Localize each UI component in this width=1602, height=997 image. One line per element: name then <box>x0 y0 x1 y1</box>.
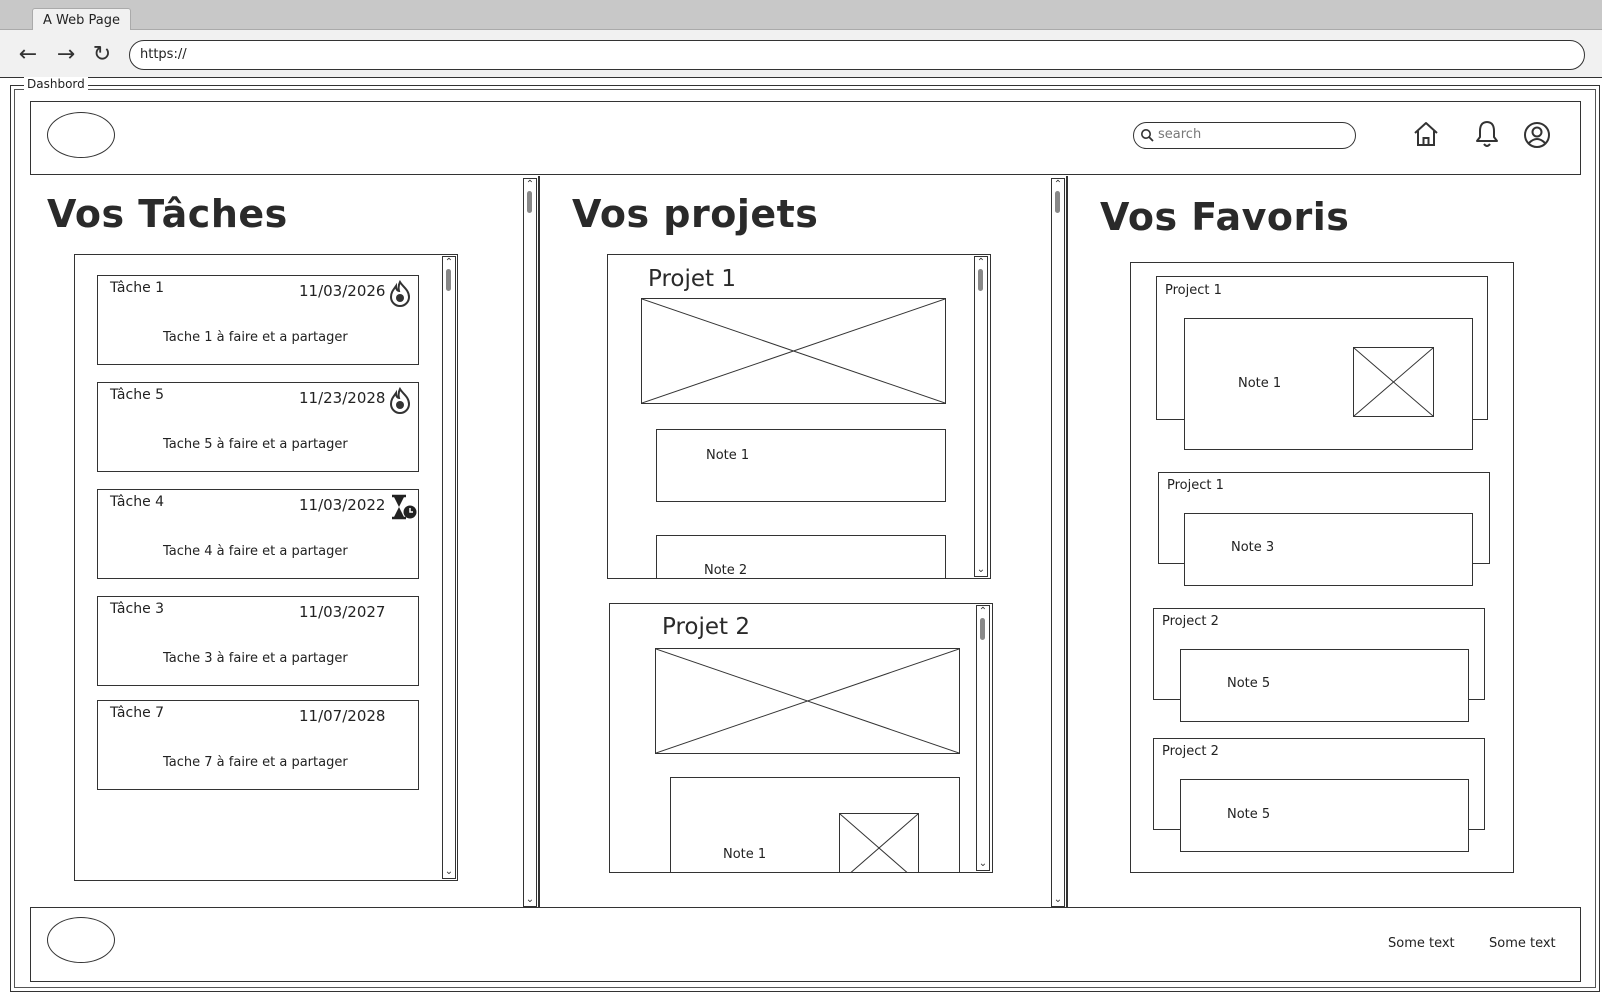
forward-arrow-icon[interactable]: → <box>52 42 80 68</box>
flame-icon <box>389 387 411 414</box>
note-label: Note 1 <box>723 847 767 862</box>
project-panel[interactable]: Note 1 <box>609 603 993 873</box>
search-icon <box>1141 129 1154 142</box>
task-title: Tâche 5 <box>110 387 165 403</box>
bell-icon[interactable] <box>1474 119 1500 149</box>
favorite-note-card[interactable] <box>1180 779 1469 852</box>
browser-tab[interactable]: A Web Page <box>32 8 131 31</box>
task-date: 11/07/2028 <box>299 707 386 725</box>
footer-link[interactable]: Some text <box>1388 936 1455 951</box>
note-label: Note 1 <box>1238 376 1282 391</box>
image-placeholder <box>641 298 946 404</box>
column-scrollbar[interactable]: ⌃ ⌄ <box>523 178 537 907</box>
project-scrollbar[interactable]: ⌃ ⌄ <box>976 605 990 871</box>
project-title: Projet 1 <box>648 266 736 292</box>
tasks-scrollbar[interactable]: ⌃ ⌄ <box>442 256 456 879</box>
task-title: Tâche 4 <box>110 494 165 510</box>
task-date: 11/03/2026 <box>299 282 386 300</box>
scroll-up-arrow-icon[interactable]: ⌃ <box>1052 180 1064 190</box>
user-profile-icon[interactable] <box>1523 121 1551 149</box>
favorite-note-card[interactable] <box>1184 513 1473 586</box>
hourglass-clock-icon <box>392 494 417 520</box>
scroll-thumb[interactable] <box>1055 191 1060 213</box>
favorite-project-title: Project 1 <box>1167 478 1224 493</box>
scroll-down-arrow-icon[interactable]: ⌄ <box>975 565 987 575</box>
task-title: Tâche 3 <box>110 601 165 617</box>
note-label: Note 2 <box>704 563 748 578</box>
scroll-thumb[interactable] <box>527 191 532 213</box>
image-placeholder <box>655 648 960 754</box>
scroll-up-arrow-icon[interactable]: ⌃ <box>977 607 989 617</box>
note-label: Note 1 <box>706 448 750 463</box>
search-input[interactable]: search <box>1133 122 1356 149</box>
scroll-up-arrow-icon[interactable]: ⌃ <box>443 258 455 268</box>
task-date: 11/23/2028 <box>299 389 386 407</box>
task-date: 11/03/2027 <box>299 603 386 621</box>
scroll-thumb[interactable] <box>980 618 985 640</box>
scroll-thumb[interactable] <box>446 269 451 291</box>
reload-icon[interactable]: ↻ <box>88 42 116 68</box>
column-scrollbar[interactable]: ⌃ ⌄ <box>1051 178 1065 907</box>
footer-link[interactable]: Some text <box>1489 936 1556 951</box>
browser-titlebar <box>0 0 1602 30</box>
project-title: Projet 2 <box>662 614 750 640</box>
task-date: 11/03/2022 <box>299 496 386 514</box>
window-label: Dashbord <box>24 77 88 91</box>
favorite-note-card[interactable] <box>1180 649 1469 722</box>
address-bar[interactable]: https:// <box>129 40 1585 70</box>
scroll-down-arrow-icon[interactable]: ⌄ <box>977 859 989 869</box>
scroll-down-arrow-icon[interactable]: ⌄ <box>1052 895 1064 905</box>
logo[interactable] <box>47 112 115 158</box>
image-placeholder <box>1353 347 1434 417</box>
flame-icon <box>389 280 411 307</box>
favorite-project-title: Project 1 <box>1165 283 1222 298</box>
scroll-up-arrow-icon[interactable]: ⌃ <box>975 258 987 268</box>
scroll-thumb[interactable] <box>978 269 983 291</box>
task-description: Tache 4 à faire et a partager <box>163 544 348 559</box>
tasks-heading: Vos Tâches <box>47 192 288 236</box>
task-title: Tâche 7 <box>110 705 165 721</box>
favorite-project-title: Project 2 <box>1162 744 1219 759</box>
favorites-heading: Vos Favoris <box>1100 195 1350 239</box>
home-icon[interactable] <box>1412 120 1440 148</box>
task-title: Tâche 1 <box>110 280 165 296</box>
column-divider <box>1066 176 1068 907</box>
column-divider <box>538 176 540 907</box>
task-description: Tache 5 à faire et a partager <box>163 437 348 452</box>
back-arrow-icon[interactable]: ← <box>14 42 42 68</box>
project-panel[interactable]: Note 1 Note 2 <box>607 254 991 579</box>
note-label: Note 5 <box>1227 676 1271 691</box>
task-description: Tache 7 à faire et a partager <box>163 755 348 770</box>
footer <box>30 907 1581 982</box>
project-scrollbar[interactable]: ⌃ ⌄ <box>974 256 988 577</box>
note-label: Note 3 <box>1231 540 1275 555</box>
projects-heading: Vos projets <box>572 192 819 236</box>
footer-logo[interactable] <box>47 917 115 963</box>
image-placeholder <box>839 813 919 872</box>
note-label: Note 5 <box>1227 807 1271 822</box>
task-description: Tache 3 à faire et a partager <box>163 651 348 666</box>
note-card[interactable] <box>656 535 946 578</box>
favorite-project-title: Project 2 <box>1162 614 1219 629</box>
scroll-down-arrow-icon[interactable]: ⌄ <box>524 895 536 905</box>
task-description: Tache 1 à faire et a partager <box>163 330 348 345</box>
note-card[interactable] <box>656 429 946 502</box>
scroll-down-arrow-icon[interactable]: ⌄ <box>443 867 455 877</box>
scroll-up-arrow-icon[interactable]: ⌃ <box>524 180 536 190</box>
